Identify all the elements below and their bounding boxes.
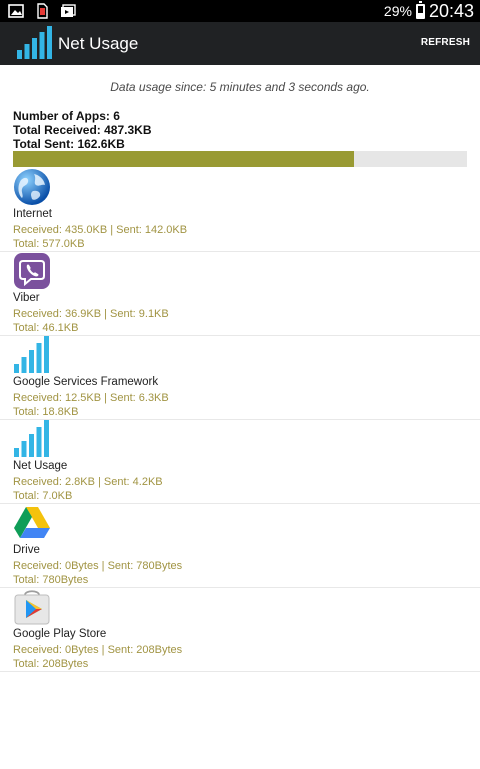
signal-bars-icon bbox=[14, 420, 49, 457]
data-usage-since: Data usage since: 5 minutes and 3 second… bbox=[110, 80, 370, 94]
status-bar: 29% 20:43 bbox=[0, 0, 480, 22]
app-bar: Net Usage REFRESH bbox=[0, 22, 480, 65]
globe-icon bbox=[14, 169, 50, 205]
app-received-sent: Received: 12.5KB | Sent: 6.3KB bbox=[13, 392, 169, 404]
app-name: Google Services Framework bbox=[13, 376, 159, 388]
app-logo-icon[interactable] bbox=[17, 26, 53, 60]
media-icon bbox=[61, 4, 76, 17]
app-name: Viber bbox=[13, 292, 40, 304]
number-of-apps: Number of Apps: 6 bbox=[13, 109, 120, 123]
app-list: Internet Received: 435.0KB | Sent: 142.0… bbox=[0, 168, 480, 672]
app-total: Total: 780Bytes bbox=[13, 574, 89, 586]
sim-alert-icon bbox=[37, 3, 48, 19]
app-title: Net Usage bbox=[58, 34, 139, 53]
app-received-sent: Received: 2.8KB | Sent: 4.2KB bbox=[13, 476, 163, 488]
status-right: 29% 20:43 bbox=[384, 0, 474, 22]
app-name: Drive bbox=[13, 544, 40, 556]
app-received-sent: Received: 435.0KB | Sent: 142.0KB bbox=[13, 224, 188, 236]
usage-bar-fill bbox=[13, 151, 354, 167]
battery-percent: 29% bbox=[383, 3, 412, 19]
list-item-viber[interactable]: Viber Received: 36.9KB | Sent: 9.1KB Tot… bbox=[0, 252, 480, 336]
clock: 20:43 bbox=[428, 0, 474, 21]
usage-summary: Number of Apps: 6 Total Received: 487.3K… bbox=[13, 109, 152, 151]
total-received: Total Received: 487.3KB bbox=[13, 123, 152, 137]
list-item-internet[interactable]: Internet Received: 435.0KB | Sent: 142.0… bbox=[0, 168, 480, 252]
app-received-sent: Received: 0Bytes | Sent: 208Bytes bbox=[13, 644, 183, 656]
app-total: Total: 577.0KB bbox=[13, 238, 85, 250]
play-store-icon bbox=[14, 590, 50, 625]
app-name: Internet bbox=[13, 208, 52, 220]
app-received-sent: Received: 36.9KB | Sent: 9.1KB bbox=[13, 308, 169, 320]
app-total: Total: 46.1KB bbox=[13, 322, 79, 334]
status-notification-icons bbox=[8, 3, 76, 19]
app-total: Total: 18.8KB bbox=[13, 406, 79, 418]
refresh-button[interactable]: REFRESH bbox=[421, 37, 470, 48]
total-sent: Total Sent: 162.6KB bbox=[13, 137, 125, 151]
usage-bar bbox=[13, 151, 467, 167]
app-received-sent: Received: 0Bytes | Sent: 780Bytes bbox=[13, 560, 183, 572]
signal-bars-icon bbox=[14, 336, 49, 373]
list-item-google-services-framework[interactable]: Google Services Framework Received: 12.5… bbox=[0, 336, 480, 420]
image-icon bbox=[8, 4, 24, 18]
viber-icon bbox=[14, 253, 50, 289]
list-item-google-play-store[interactable]: Google Play Store Received: 0Bytes | Sen… bbox=[0, 588, 480, 672]
battery-icon bbox=[415, 0, 425, 19]
app-name: Net Usage bbox=[13, 460, 68, 472]
drive-icon bbox=[14, 507, 50, 538]
list-item-net-usage[interactable]: Net Usage Received: 2.8KB | Sent: 4.2KB … bbox=[0, 420, 480, 504]
app-total: Total: 208Bytes bbox=[13, 658, 89, 670]
list-item-drive[interactable]: Drive Received: 0Bytes | Sent: 780Bytes … bbox=[0, 504, 480, 588]
app-name: Google Play Store bbox=[13, 628, 107, 640]
app-total: Total: 7.0KB bbox=[13, 490, 73, 502]
